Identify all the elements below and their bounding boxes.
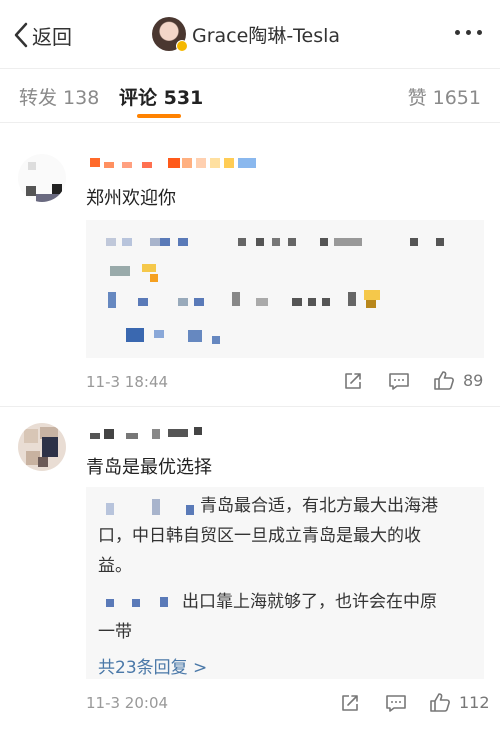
share-icon bbox=[345, 373, 361, 389]
comment-text: 郑州欢迎你 bbox=[86, 188, 176, 209]
comment-icon bbox=[386, 695, 406, 712]
reply-text: 口，中日韩自贸区一旦成立青岛是最大的收 bbox=[98, 526, 421, 546]
share-button[interactable] bbox=[343, 371, 363, 391]
back-button[interactable]: 返回 bbox=[14, 20, 72, 50]
avatar[interactable] bbox=[18, 154, 66, 202]
like-icon bbox=[434, 371, 454, 390]
tab-repost[interactable]: 转发 138 bbox=[19, 83, 99, 110]
more-dots-icon bbox=[455, 30, 460, 35]
reply-text: 青岛最合适，有北方最大出海港 bbox=[200, 496, 438, 516]
timestamp: 11-3 18:44 bbox=[86, 373, 169, 391]
comment-text: 青岛是最优选择 bbox=[86, 457, 212, 478]
more-replies-link[interactable]: 共23条回复 > bbox=[98, 653, 207, 678]
comment-item: 青岛是最优选择 青岛最合适，有北方最大出海港 口，中日韩自贸区一旦成立青岛是最大… bbox=[0, 407, 500, 730]
comment-item: 郑州欢迎你 11-3 18:44 89 bbox=[0, 140, 500, 408]
tab-likes[interactable]: 赞 1651 bbox=[408, 83, 481, 110]
reply-text: 出口靠上海就够了，也许会在中原 bbox=[182, 592, 437, 612]
share-button[interactable] bbox=[340, 693, 360, 713]
replies-preview[interactable] bbox=[86, 220, 484, 358]
top-nav-bar: 返回 Grace陶琳-Tesla bbox=[0, 0, 500, 68]
reply-button[interactable] bbox=[388, 372, 410, 391]
comment-icon bbox=[389, 373, 409, 390]
like-button[interactable]: 112 bbox=[429, 692, 490, 713]
like-count: 89 bbox=[463, 371, 484, 390]
profile-name: Grace陶琳-Tesla bbox=[192, 24, 341, 47]
like-count: 112 bbox=[459, 693, 490, 712]
avatar[interactable] bbox=[152, 17, 188, 52]
reply-text: 益。 bbox=[98, 556, 132, 576]
like-icon bbox=[430, 693, 450, 712]
profile-header[interactable]: Grace陶琳-Tesla bbox=[152, 17, 341, 52]
username-blurred[interactable] bbox=[86, 158, 266, 176]
back-chevron-icon bbox=[14, 22, 28, 48]
sort-toggle[interactable] bbox=[410, 112, 482, 124]
back-label: 返回 bbox=[32, 24, 72, 49]
reply-button[interactable] bbox=[385, 694, 407, 713]
more-button[interactable] bbox=[455, 30, 482, 35]
share-icon bbox=[342, 695, 358, 711]
username-blurred[interactable] bbox=[86, 427, 226, 445]
verified-badge-icon bbox=[176, 40, 188, 52]
like-button[interactable]: 89 bbox=[433, 370, 483, 391]
active-tab-indicator bbox=[137, 114, 181, 118]
timestamp: 11-3 20:04 bbox=[86, 694, 169, 712]
reply-text: 一带 bbox=[98, 622, 132, 642]
avatar[interactable] bbox=[18, 423, 66, 471]
replies-preview[interactable]: 青岛最合适，有北方最大出海港 口，中日韩自贸区一旦成立青岛是最大的收 益。 出口… bbox=[86, 487, 484, 679]
tab-comments[interactable]: 评论 531 bbox=[119, 83, 203, 110]
